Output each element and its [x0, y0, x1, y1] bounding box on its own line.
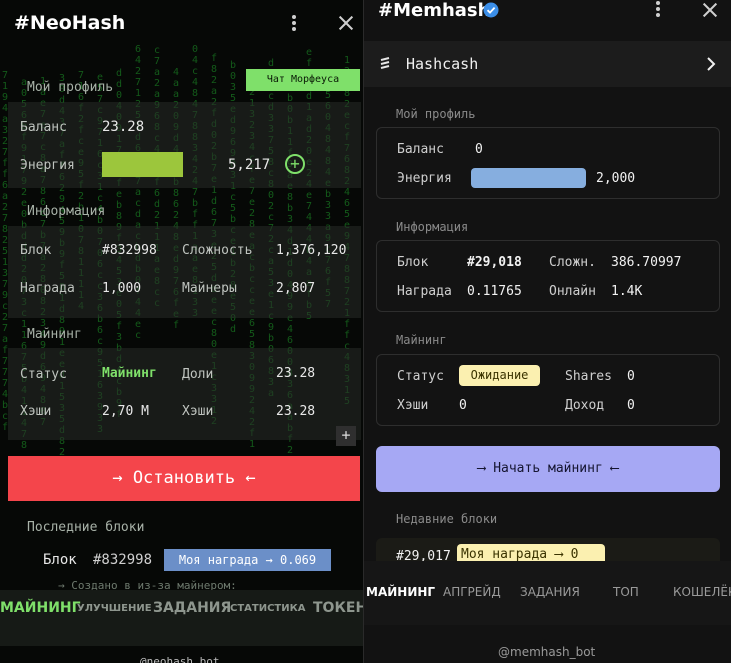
add-energy-button[interactable]: + [285, 154, 305, 174]
morpheus-chat-button[interactable]: Чат Морфеуса [246, 69, 360, 91]
energy-label: Энергия [20, 158, 75, 173]
balance-label: Баланс [397, 142, 444, 157]
difficulty-label: Сложность [182, 243, 253, 258]
status-label: Статус [397, 369, 444, 384]
balance-value: 23.28 [102, 119, 145, 135]
energy-bar [471, 168, 586, 188]
energy-label: Энергия [397, 171, 452, 186]
shares-value: 23.28 [276, 366, 316, 381]
hashes-value: 2,70 M [102, 404, 149, 419]
recent-blocks-title: Последние блоки [27, 520, 145, 535]
nav-mining[interactable]: МАЙНИНГ [0, 600, 81, 616]
hashes2-value: 23.28 [276, 404, 316, 419]
hashes2-label: Хэши [182, 404, 214, 419]
bottom-nav: МАЙНИНГ АПГРЕЙД ЗАДАНИЯ ТОП КОШЕЛЁК [364, 561, 731, 625]
hashes-label: Хэши [397, 398, 429, 413]
hashcash-icon [380, 57, 390, 69]
memhash-app: #Memhash Hashcash Мой профиль Баланс 0 Э… [364, 0, 731, 663]
nav-upgrade[interactable]: УЛУЧШЕНИЕ [77, 603, 152, 614]
block-label: Блок [20, 243, 52, 258]
difficulty-value: 1,376,120 [276, 243, 347, 258]
start-mining-button[interactable]: ⟶ Начать майнинг ⟵ [376, 446, 720, 492]
info-panel [8, 226, 361, 318]
profile-panel [8, 102, 361, 188]
profile-section-title: Мой профиль [27, 80, 114, 95]
energy-value: 5,217 [228, 157, 271, 173]
recent-block-value: #832998 [93, 552, 153, 568]
difficulty-value: 386.70997 [611, 255, 682, 270]
app-title: #NeoHash [14, 12, 126, 34]
mining-panel [8, 348, 361, 440]
bot-handle: @memhash_bot [498, 645, 596, 659]
my-reward-badge: Моя награда → 0.069 [164, 549, 331, 571]
miners-label: Майнеры [182, 281, 237, 296]
balance-label: Баланс [20, 120, 67, 135]
recent-blocks-title: Недавние блоки [396, 512, 498, 526]
bot-handle: @neohash_bot [140, 655, 220, 663]
status-badge: Ожидание [459, 365, 540, 386]
close-icon[interactable] [336, 13, 356, 33]
income-value: 0 [627, 398, 635, 413]
hashes-value: 0 [459, 398, 467, 413]
expand-mining-button[interactable]: + [336, 426, 356, 446]
shares-label: Shares [565, 369, 612, 384]
block-value: #832998 [102, 243, 157, 258]
neohash-app: 7194a 327 f f6a278251379c27 af7774b cf a0… [0, 0, 363, 663]
hashcash-bar[interactable]: Hashcash [364, 41, 731, 87]
income-label: Доход [565, 398, 605, 413]
nav-stats[interactable]: СТАТИСТИКА [230, 603, 306, 614]
reward-value: 1,000 [102, 281, 142, 296]
energy-value: 2,000 [596, 171, 636, 186]
app-title: #Memhash [378, 0, 491, 21]
chevron-right-icon [707, 57, 716, 71]
hashes-label: Хэши [20, 404, 52, 419]
miners-value: 2,807 [276, 281, 316, 296]
nav-upgrade[interactable]: АПГРЕЙД [443, 585, 501, 599]
nav-wallet[interactable]: КОШЕЛЁК [673, 585, 731, 599]
profile-section-title: Мой профиль [396, 107, 476, 121]
info-section-title: Информация [27, 204, 106, 219]
profile-card [376, 127, 720, 199]
close-icon[interactable] [700, 0, 720, 20]
mining-section-title: Майнинг [27, 327, 82, 342]
reward-label: Награда [20, 281, 75, 296]
online-label: Онлайн [549, 284, 596, 299]
balance-value: 0 [475, 142, 483, 157]
nav-top[interactable]: ТОП [613, 585, 639, 599]
info-card [376, 240, 720, 312]
status-value: Майнинг [102, 366, 157, 381]
status-label: Статус [20, 367, 67, 382]
reward-value: 0.11765 [467, 284, 522, 299]
more-menu-icon[interactable] [284, 13, 304, 33]
hashcash-label: Hashcash [406, 55, 479, 73]
info-section-title: Информация [396, 220, 469, 234]
shares-label: Доли [182, 367, 214, 382]
stop-mining-button[interactable]: → Остановить ← [8, 456, 360, 501]
bottom-nav: МАЙНИНГ УЛУЧШЕНИЕ ЗАДАНИЯ СТАТИСТИКА ТОК… [0, 590, 363, 646]
nav-tasks[interactable]: ЗАДАНИЯ [520, 585, 580, 599]
online-value: 1.4K [611, 284, 643, 299]
mining-card [376, 354, 720, 426]
energy-bar [102, 152, 183, 177]
recent-block-label: Блок [43, 552, 77, 568]
block-value: #29,018 [467, 255, 522, 270]
block-label: Блок [397, 255, 429, 270]
verified-icon [483, 2, 499, 18]
difficulty-label: Сложн. [549, 255, 596, 270]
shares-value: 0 [627, 369, 635, 384]
nav-token[interactable]: ТОКЕН [313, 600, 363, 616]
nav-mining[interactable]: МАЙНИНГ [366, 585, 435, 599]
nav-tasks[interactable]: ЗАДАНИЯ [153, 600, 231, 616]
reward-label: Награда [397, 284, 452, 299]
mining-section-title: Майнинг [396, 333, 447, 347]
more-menu-icon[interactable] [648, 0, 668, 20]
